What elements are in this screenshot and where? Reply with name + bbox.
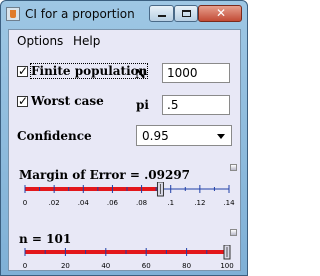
chevron-down-icon xyxy=(217,134,225,139)
menu-help[interactable]: Help xyxy=(73,34,100,48)
worst-case-checkbox[interactable]: ✓ Worst case xyxy=(17,94,107,111)
worst-case-label: Worst case xyxy=(31,94,104,108)
maximize-button[interactable] xyxy=(174,5,198,22)
maximize-icon xyxy=(182,10,191,17)
close-button[interactable]: ✕ xyxy=(198,5,242,22)
finite-population-label: Finite population xyxy=(29,63,149,79)
window-title: CI for a proportion xyxy=(25,7,135,21)
finite-population-checkbox[interactable]: ✓ Finite population xyxy=(17,63,149,81)
margin-slider-label: Margin of Error = .09297 xyxy=(19,168,191,182)
finite-population-check-box[interactable]: ✓ xyxy=(17,64,29,78)
client-area: Options Help ✓ Finite population N 1000 … xyxy=(8,29,241,271)
margin-fill xyxy=(25,187,161,191)
n-resize-handle-icon[interactable] xyxy=(230,229,237,236)
margin-tick-label: .08 xyxy=(136,199,147,207)
margin-tick-label: .14 xyxy=(223,199,235,207)
margin-tick-label: 0 xyxy=(23,199,27,207)
sample-size-slider[interactable]: 0 20 40 60 80 100 xyxy=(9,245,240,271)
N-input[interactable]: 1000 xyxy=(162,63,230,83)
pi-label: pi xyxy=(136,98,149,112)
minimize-icon xyxy=(158,15,166,17)
margin-tick-label: .06 xyxy=(107,199,119,207)
n-tick-label: 60 xyxy=(142,262,151,270)
menu-bar: Options Help xyxy=(9,30,240,50)
margin-tick-label: .02 xyxy=(49,199,60,207)
N-label: N xyxy=(135,67,146,81)
main-panel: ✓ Finite population N 1000 ✓ Worst case … xyxy=(9,51,240,270)
n-tick-label: 40 xyxy=(101,262,110,270)
java-cup-icon[interactable] xyxy=(6,7,20,21)
n-slider-label: n = 101 xyxy=(19,232,72,246)
minimize-button[interactable] xyxy=(149,5,174,22)
margin-tick-label: .1 xyxy=(167,199,174,207)
n-tick-label: 0 xyxy=(23,262,27,270)
margin-tick-label: .12 xyxy=(194,199,205,207)
close-icon: ✕ xyxy=(215,6,227,20)
app-window: CI for a proportion ✕ Options Help ✓ Fin… xyxy=(0,0,248,276)
checkmark-icon: ✓ xyxy=(18,94,29,108)
margin-of-error-slider[interactable]: 0 .02 .04 .06 .08 .1 .12 .14 xyxy=(9,182,240,208)
n-tick-label: 80 xyxy=(182,262,191,270)
checkmark-icon: ✓ xyxy=(18,64,29,78)
confidence-dropdown[interactable]: 0.95 xyxy=(136,125,232,146)
pi-input[interactable]: .5 xyxy=(162,95,230,115)
confidence-label: Confidence xyxy=(17,129,92,143)
worst-case-check-box[interactable]: ✓ xyxy=(17,94,29,108)
n-tick-label: 20 xyxy=(61,262,70,270)
n-tick-label: 100 xyxy=(220,262,233,270)
margin-tick-label: .04 xyxy=(78,199,90,207)
confidence-value: 0.95 xyxy=(142,129,169,143)
margin-resize-handle-icon[interactable] xyxy=(230,164,237,171)
title-bar[interactable]: CI for a proportion ✕ xyxy=(1,1,247,29)
menu-options[interactable]: Options xyxy=(17,34,63,48)
